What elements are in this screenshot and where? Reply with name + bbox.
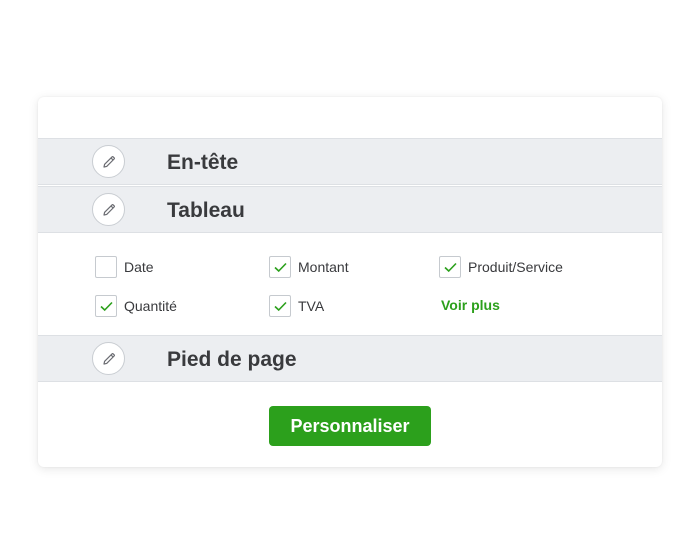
pencil-icon xyxy=(103,156,115,168)
edit-header-button[interactable] xyxy=(92,145,125,178)
option-label: Date xyxy=(124,259,154,275)
section-label-header: En-tête xyxy=(167,151,239,174)
checkmark-icon xyxy=(274,262,287,273)
section-header[interactable]: En-tête xyxy=(38,138,662,185)
option-label: Produit/Service xyxy=(468,259,563,275)
section-label-footer: Pied de page xyxy=(167,348,297,371)
option-label: Quantité xyxy=(124,298,177,314)
pencil-icon xyxy=(103,204,115,216)
edit-table-button[interactable] xyxy=(92,193,125,226)
option-label: TVA xyxy=(298,298,325,314)
date-checkbox[interactable] xyxy=(95,256,117,278)
section-label-table: Tableau xyxy=(167,199,245,222)
option-label: Montant xyxy=(298,259,349,275)
section-table[interactable]: Tableau xyxy=(38,186,662,233)
checkmark-icon xyxy=(444,262,457,273)
produit-service-checkbox[interactable] xyxy=(439,256,461,278)
checkmark-icon xyxy=(100,301,113,312)
checkmark-icon xyxy=(274,301,287,312)
pencil-icon xyxy=(103,353,115,365)
quantite-checkbox[interactable] xyxy=(95,295,117,317)
customize-button[interactable]: Personnaliser xyxy=(269,406,431,446)
table-options: Date Montant Produit/Service Quantité TV… xyxy=(38,234,662,334)
montant-checkbox[interactable] xyxy=(269,256,291,278)
invoice-layout-card: En-tête Tableau Date Montant Produit/Ser… xyxy=(38,97,662,467)
edit-footer-button[interactable] xyxy=(92,342,125,375)
more-options-link[interactable]: Voir plus xyxy=(441,297,500,313)
tva-checkbox[interactable] xyxy=(269,295,291,317)
section-footer[interactable]: Pied de page xyxy=(38,335,662,382)
